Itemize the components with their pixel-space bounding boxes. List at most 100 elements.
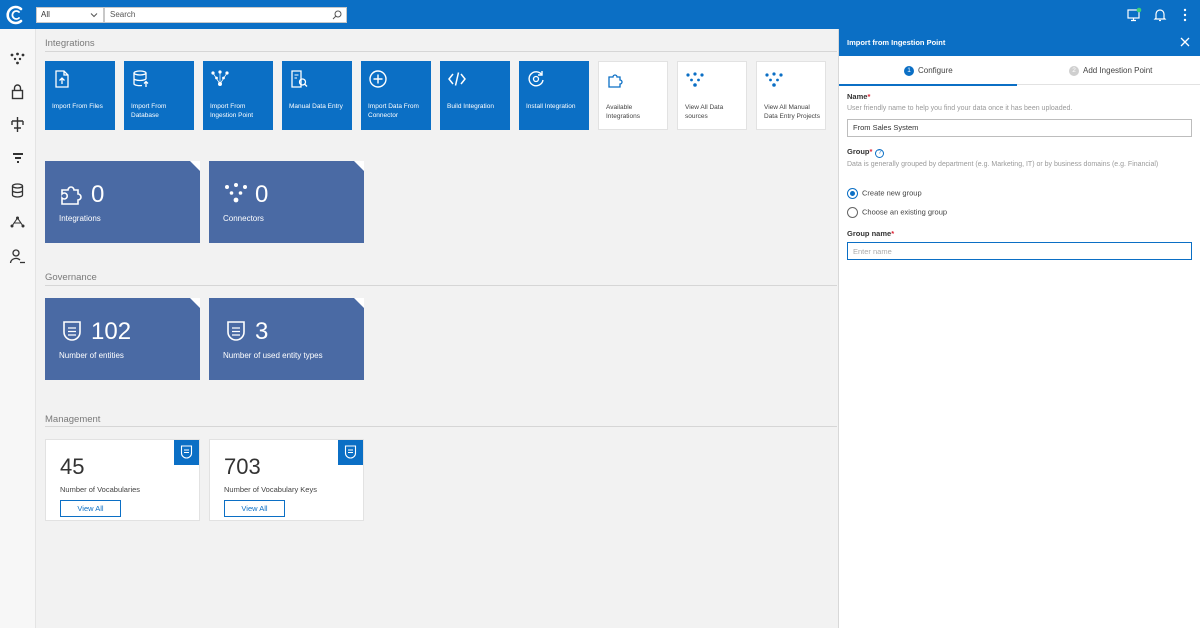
- corner-marker: [354, 298, 364, 308]
- tile-import-data-from-connector[interactable]: Import Data From Connector: [361, 61, 431, 130]
- search-input[interactable]: Search: [104, 7, 347, 23]
- puzzle-icon: [608, 74, 623, 88]
- tile-import-from-ingestion-point[interactable]: Import From Ingestion Point: [203, 61, 273, 130]
- shield-icon: [344, 445, 357, 459]
- name-help: User friendly name to help you find your…: [847, 105, 1073, 112]
- stat-number-of-entities[interactable]: 102 Number of entities: [45, 298, 200, 380]
- manual-entry-icon: [291, 70, 308, 88]
- panel-title: Import from Ingestion Point: [847, 38, 946, 47]
- corner-marker: [354, 161, 364, 171]
- tile-label: View All Manual Data Entry Projects: [764, 104, 820, 120]
- left-nav: [0, 29, 36, 628]
- search-scope-select[interactable]: All: [36, 7, 104, 23]
- step-number: 2: [1069, 65, 1079, 76]
- stat-label: Integrations: [59, 214, 101, 223]
- more-vertical-icon[interactable]: [1177, 7, 1193, 23]
- required-mark: *: [869, 147, 873, 156]
- view-all-vocabulary-keys-button[interactable]: View All: [224, 500, 285, 517]
- install-icon: [528, 71, 544, 87]
- shield-icon: [227, 321, 245, 341]
- card-badge: [174, 440, 199, 465]
- tile-available-integrations[interactable]: Available Integrations: [598, 61, 668, 130]
- tile-install-integration[interactable]: Install Integration: [519, 61, 589, 130]
- name-field-value: From Sales System: [853, 123, 919, 132]
- group-help: Data is generally grouped by department …: [847, 161, 1159, 168]
- file-upload-icon: [55, 70, 69, 88]
- group-name-label: Group name*: [847, 229, 894, 238]
- panel-header: Import from Ingestion Point: [839, 29, 1200, 56]
- connectors-icon: [225, 183, 247, 203]
- chevron-down-icon: [90, 13, 98, 18]
- group-name-input[interactable]: [847, 242, 1192, 260]
- required-mark: *: [867, 92, 871, 101]
- search-placeholder: Search: [110, 10, 136, 19]
- required-mark: *: [891, 229, 895, 238]
- database-icon[interactable]: [9, 182, 26, 199]
- shield-icon: [180, 445, 193, 459]
- import-panel: Import from Ingestion Point 1 Configure 2…: [838, 29, 1200, 628]
- tile-label: Install Integration: [526, 103, 576, 110]
- network-icon[interactable]: [9, 215, 26, 232]
- name-field[interactable]: From Sales System: [847, 119, 1192, 137]
- group-label: Group*?: [847, 147, 885, 158]
- tile-label: Import From Database: [131, 103, 167, 119]
- tile-view-all-data-sources[interactable]: View All Data sources: [677, 61, 747, 130]
- tile-build-integration[interactable]: Build Integration: [440, 61, 510, 130]
- code-icon: [448, 72, 466, 86]
- step-configure[interactable]: 1 Configure: [904, 56, 953, 85]
- tile-label: Available Integrations: [606, 104, 640, 120]
- step-label: Configure: [918, 66, 953, 75]
- search-icon[interactable]: [332, 10, 342, 20]
- view-all-vocabularies-button[interactable]: View All: [60, 500, 121, 517]
- radio-create-new-group[interactable]: Create new group: [847, 188, 922, 199]
- tile-manual-data-entry[interactable]: Manual Data Entry: [282, 61, 352, 130]
- card-vocabularies: 45 Number of Vocabularies View All: [45, 439, 200, 521]
- card-label: Number of Vocabularies: [60, 485, 141, 494]
- step-label: Add Ingestion Point: [1083, 66, 1153, 75]
- step-add-ingestion-point[interactable]: 2 Add Ingestion Point: [1069, 56, 1152, 85]
- step-number: 1: [904, 65, 914, 76]
- tile-label: Build Integration: [447, 103, 494, 110]
- logo-icon[interactable]: [6, 5, 26, 25]
- card-label: Number of Vocabulary Keys: [224, 485, 317, 494]
- hierarchy-icon[interactable]: [9, 116, 26, 133]
- tile-label: Import Data From Connector: [368, 103, 419, 119]
- search-scope-value: All: [41, 10, 50, 19]
- tile-view-all-manual-data-entry-projects[interactable]: View All Manual Data Entry Projects: [756, 61, 826, 130]
- tile-label: Manual Data Entry: [289, 103, 343, 110]
- section-divider: [45, 426, 837, 427]
- card-value: 45: [60, 454, 85, 479]
- tile-label: Import From Files: [52, 103, 103, 110]
- stat-number-of-used-entity-types[interactable]: 3 Number of used entity types: [209, 298, 364, 380]
- tile-label: Import From Ingestion Point: [210, 103, 254, 119]
- wizard-steps: 1 Configure 2 Add Ingestion Point: [839, 56, 1200, 85]
- section-title-integrations: Integrations: [45, 38, 95, 49]
- section-divider: [45, 51, 837, 52]
- active-step-indicator: [839, 84, 1017, 86]
- top-bar: All Search: [0, 0, 1200, 29]
- radio-label: Choose an existing group: [862, 207, 948, 217]
- monitor-icon[interactable]: [1126, 7, 1142, 23]
- help-icon[interactable]: ?: [875, 149, 885, 158]
- stat-connectors[interactable]: 0 Connectors: [209, 161, 364, 243]
- main-content: Integrations Import From Files Import Fr…: [37, 29, 837, 628]
- close-icon[interactable]: [1179, 36, 1191, 48]
- tile-import-from-database[interactable]: Import From Database: [124, 61, 194, 130]
- manual-projects-icon: [765, 72, 783, 87]
- card-badge: [338, 440, 363, 465]
- stat-integrations[interactable]: 0 Integrations: [45, 161, 200, 243]
- radio-choose-existing-group[interactable]: Choose an existing group: [847, 207, 947, 218]
- tile-import-from-files[interactable]: Import From Files: [45, 61, 115, 130]
- stat-value: 0: [91, 181, 105, 208]
- section-title-governance: Governance: [45, 272, 97, 283]
- ingestion-point-icon: [211, 70, 229, 86]
- integrations-icon[interactable]: [9, 50, 26, 67]
- bell-icon[interactable]: [1152, 7, 1168, 23]
- puzzle-icon: [61, 186, 82, 205]
- stat-label: Number of used entity types: [223, 351, 323, 360]
- lock-icon[interactable]: [9, 83, 26, 100]
- user-settings-icon[interactable]: [9, 248, 26, 265]
- section-title-management: Management: [45, 414, 101, 425]
- filter-icon[interactable]: [9, 149, 26, 166]
- stat-value: 0: [255, 181, 269, 208]
